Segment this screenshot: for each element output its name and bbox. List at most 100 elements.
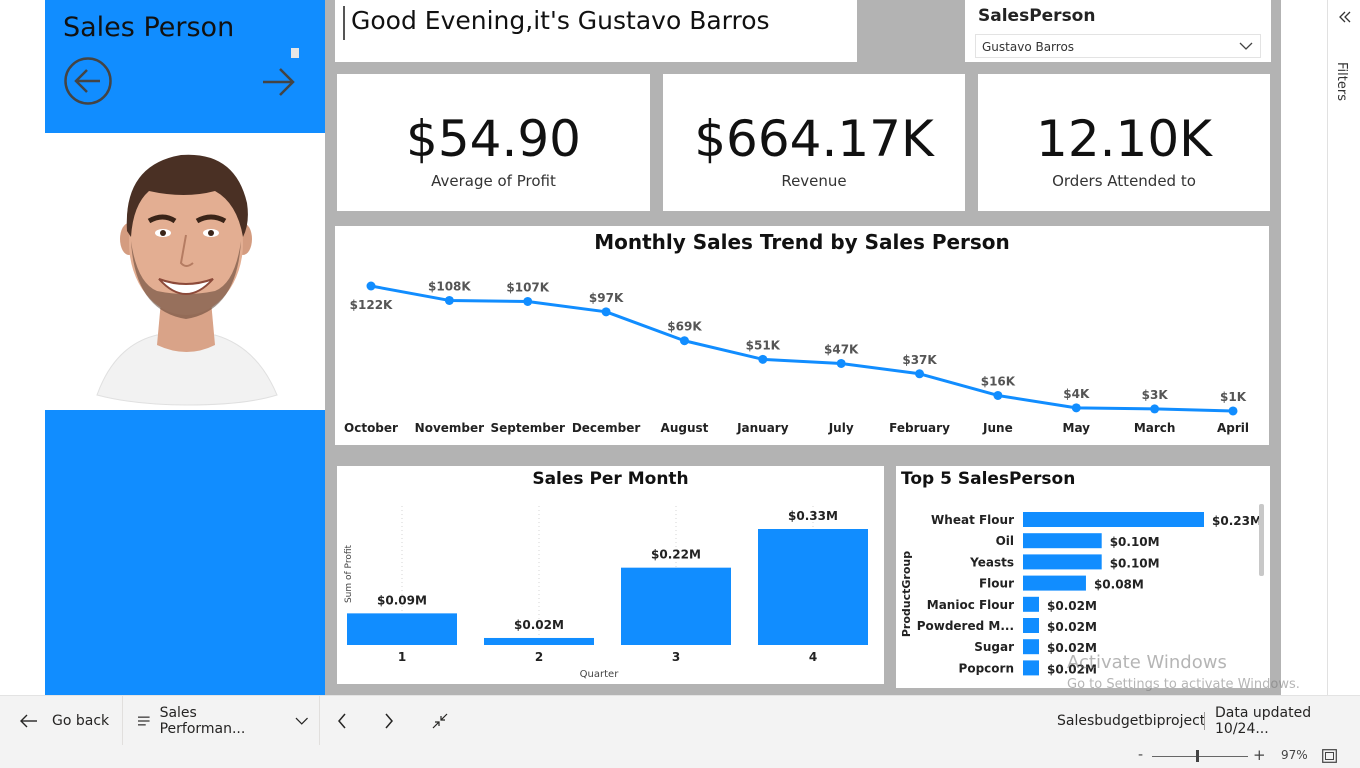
line-chart-svg: $122K October $108K November $107K September $…: [344, 279, 1249, 435]
kpi-card-profit: $54.90 Average of Profit: [337, 74, 650, 211]
left-panel: Sales Person: [45, 0, 325, 695]
arrow-right-icon[interactable]: [259, 62, 299, 102]
kpi-card-orders: 12.10K Orders Attended to: [978, 74, 1270, 211]
data-label: $0.02M: [514, 618, 564, 632]
page-selector-dropdown[interactable]: Sales Performan...: [138, 696, 308, 746]
list-icon: [138, 716, 150, 726]
x-tick-label: March: [1134, 421, 1176, 435]
zoom-slider-thumb[interactable]: [1196, 750, 1199, 762]
category-label: Popcorn: [959, 661, 1014, 675]
double-chevron-left-icon[interactable]: [1338, 10, 1352, 24]
chevron-right-icon: [385, 713, 393, 729]
kpi-card-revenue: $664.17K Revenue: [663, 74, 965, 211]
data-label: $1K: [1220, 390, 1247, 404]
data-label: $107K: [506, 280, 549, 294]
x-tick-label: July: [828, 421, 854, 435]
data-label: $0.02M: [1047, 620, 1097, 634]
next-page-button[interactable]: [384, 696, 400, 746]
data-label: $0.09M: [377, 593, 427, 607]
text-cursor: [343, 6, 345, 40]
salesperson-photo: [45, 133, 325, 410]
workspace-name[interactable]: Salesbudgetbiproject: [1057, 696, 1205, 746]
kpi-value: $664.17K: [694, 110, 934, 168]
column-chart-svg: $0.09M 1 $0.02M 2 $0.22M 3 $0.33M 4 Quarter Sum o…: [344, 506, 868, 680]
chevron-down-icon: [1239, 42, 1253, 50]
zoom-bar: - + 97%: [0, 745, 1360, 768]
bar: [621, 567, 731, 645]
filters-label[interactable]: Filters: [1334, 62, 1349, 101]
bar: [1023, 596, 1039, 612]
x-axis-label: Quarter: [580, 669, 620, 680]
divider: [319, 696, 320, 746]
data-point: [836, 358, 846, 368]
category-label: Flour: [979, 577, 1014, 591]
arrow-left-circle-icon[interactable]: [63, 56, 113, 106]
activation-watermark-subtitle: Go to Settings to activate Windows.: [1067, 677, 1300, 692]
data-label: $51K: [746, 338, 781, 352]
portrait-image: [96, 154, 278, 406]
x-tick-label: June: [982, 421, 1013, 435]
data-point: [1150, 404, 1160, 414]
overflow-indicator: [291, 48, 299, 58]
data-label: $97K: [589, 291, 624, 305]
fit-to-page-icon[interactable]: [1322, 749, 1337, 763]
data-point: [1228, 406, 1238, 416]
divider: [122, 696, 123, 746]
chevron-down-icon: [295, 717, 308, 725]
category-label: Manioc Flour: [927, 598, 1014, 612]
data-label: $122K: [350, 298, 393, 312]
x-tick-label: 3: [672, 650, 680, 664]
x-tick-label: October: [344, 421, 398, 435]
report-canvas: Good Evening,it's Gustavo Barros SalesPe…: [325, 0, 1281, 695]
filters-pane[interactable]: Filters: [1327, 0, 1360, 695]
zoom-in-button[interactable]: +: [1253, 746, 1266, 764]
category-label: Powdered M...: [917, 619, 1014, 633]
zoom-out-button[interactable]: -: [1138, 747, 1143, 763]
bar: [1023, 575, 1086, 591]
y-axis-label: Sum of Profit: [344, 545, 354, 604]
data-point: [601, 307, 611, 317]
category-label: Oil: [996, 534, 1014, 548]
monthly-sales-trend-chart[interactable]: Monthly Sales Trend by Sales Person $122…: [335, 226, 1269, 445]
bar: [1023, 660, 1039, 676]
bar: [1023, 533, 1102, 549]
kpi-value: $54.90: [406, 110, 581, 168]
data-label: $0.02M: [1047, 599, 1097, 613]
previous-page-button[interactable]: [337, 696, 353, 746]
kpi-label: Revenue: [781, 172, 847, 190]
salesperson-dropdown[interactable]: Gustavo Barros: [975, 34, 1261, 58]
data-label: $0.23M: [1212, 514, 1262, 528]
chart-scrollbar[interactable]: [1259, 504, 1264, 576]
sales-per-month-chart[interactable]: Sales Per Month $0.09M 1 $0.02M 2 $0.22M 3 $0.…: [337, 466, 884, 684]
go-back-button[interactable]: Go back: [20, 696, 120, 746]
zoom-slider-track[interactable]: [1152, 756, 1248, 757]
data-point: [758, 354, 768, 364]
arrow-left-icon: [20, 714, 37, 728]
x-tick-label: January: [736, 421, 789, 435]
data-label: $69K: [667, 320, 702, 334]
data-label: $0.22M: [651, 548, 701, 562]
bar: [484, 637, 594, 645]
exit-focus-mode-button[interactable]: [432, 696, 450, 746]
kpi-label: Orders Attended to: [1052, 172, 1196, 190]
data-label: $0.10M: [1110, 556, 1160, 570]
x-tick-label: 1: [398, 650, 406, 664]
data-label: $4K: [1063, 387, 1090, 401]
slicer-title: SalesPerson: [978, 6, 1096, 26]
data-point: [1071, 403, 1081, 413]
x-tick-label: November: [415, 421, 484, 435]
slicer-selected-value: Gustavo Barros: [982, 40, 1075, 54]
bar: [1023, 512, 1204, 527]
category-label: Wheat Flour: [931, 513, 1014, 527]
bar: [758, 529, 868, 645]
category-label: Sugar: [974, 640, 1014, 654]
data-label: $0.10M: [1110, 535, 1160, 549]
x-tick-label: September: [491, 421, 565, 435]
data-point: [366, 281, 376, 291]
data-label: $0.08M: [1094, 578, 1144, 592]
report-viewer: Sales Person Good Evening,it's Gustavo B…: [0, 0, 1360, 768]
data-label: $3K: [1142, 388, 1169, 402]
zoom-level: 97%: [1281, 748, 1308, 762]
bar: [1023, 554, 1102, 570]
greeting-card: Good Evening,it's Gustavo Barros: [335, 0, 857, 62]
